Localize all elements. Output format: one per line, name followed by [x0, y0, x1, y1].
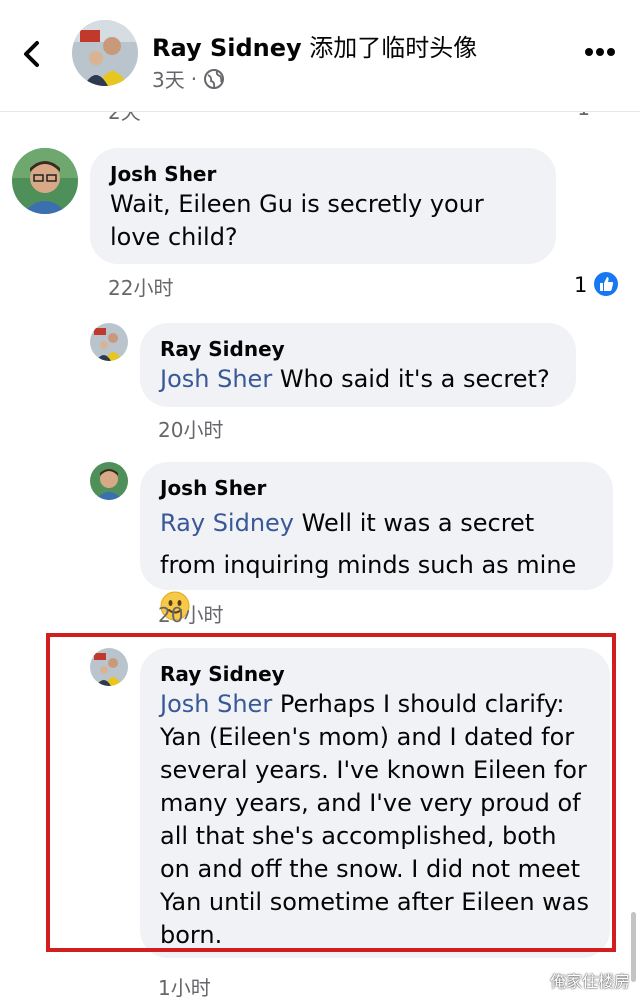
- post-meta: 3天 ·: [152, 64, 225, 93]
- comment-time[interactable]: 22小时: [108, 272, 173, 301]
- scrollbar[interactable]: [631, 912, 636, 982]
- globe-icon: [204, 68, 225, 89]
- comment-time[interactable]: 1小时: [158, 972, 211, 1001]
- post-title: Ray Sidney 添加了临时头像: [152, 28, 477, 63]
- commenter-avatar[interactable]: [90, 323, 128, 361]
- like-icon: [592, 270, 620, 298]
- post-header: Ray Sidney 添加了临时头像 3天 ·: [0, 0, 640, 112]
- poster-name[interactable]: Ray Sidney: [152, 34, 302, 62]
- more-options-button[interactable]: [584, 44, 616, 58]
- comment-text: Wait, Eileen Gu is secretly your love ch…: [110, 190, 484, 251]
- comment-author[interactable]: Josh Sher: [110, 160, 536, 188]
- more-horizontal-icon: [585, 48, 615, 56]
- meta-separator: ·: [190, 66, 198, 91]
- comment-author[interactable]: Josh Sher: [160, 474, 593, 502]
- comment-like-count: 1: [574, 273, 588, 297]
- commenter-avatar[interactable]: [12, 148, 78, 214]
- mention-link[interactable]: Josh Sher: [160, 365, 272, 393]
- comment-bubble[interactable]: Josh Sher Wait, Eileen Gu is secretly yo…: [90, 148, 556, 264]
- highlight-box: [46, 633, 616, 952]
- watermark: 俺家住楼房: [549, 972, 630, 991]
- back-button[interactable]: [14, 36, 50, 72]
- post-time[interactable]: 3天: [152, 64, 185, 93]
- reply-bubble[interactable]: Ray Sidney Josh Sher Who said it's a sec…: [140, 323, 576, 407]
- reply-bubble[interactable]: Josh Sher Ray Sidney Well it was a secre…: [140, 462, 613, 621]
- comment-time[interactable]: 20小时: [158, 599, 223, 628]
- comment-text: Who said it's a secret?: [279, 365, 550, 393]
- poster-avatar[interactable]: [72, 20, 138, 86]
- comment-time[interactable]: 20小时: [158, 414, 223, 443]
- chevron-left-icon: [24, 41, 39, 67]
- comment-text-line: Ray Sidney Well it was a secret from inq…: [160, 502, 593, 628]
- post-action: 添加了临时头像: [309, 34, 478, 62]
- comment-author[interactable]: Ray Sidney: [160, 335, 556, 363]
- comment-text-line: Josh Sher Who said it's a secret?: [160, 363, 556, 396]
- commenter-avatar[interactable]: [90, 462, 128, 500]
- mention-link[interactable]: Ray Sidney: [160, 509, 294, 537]
